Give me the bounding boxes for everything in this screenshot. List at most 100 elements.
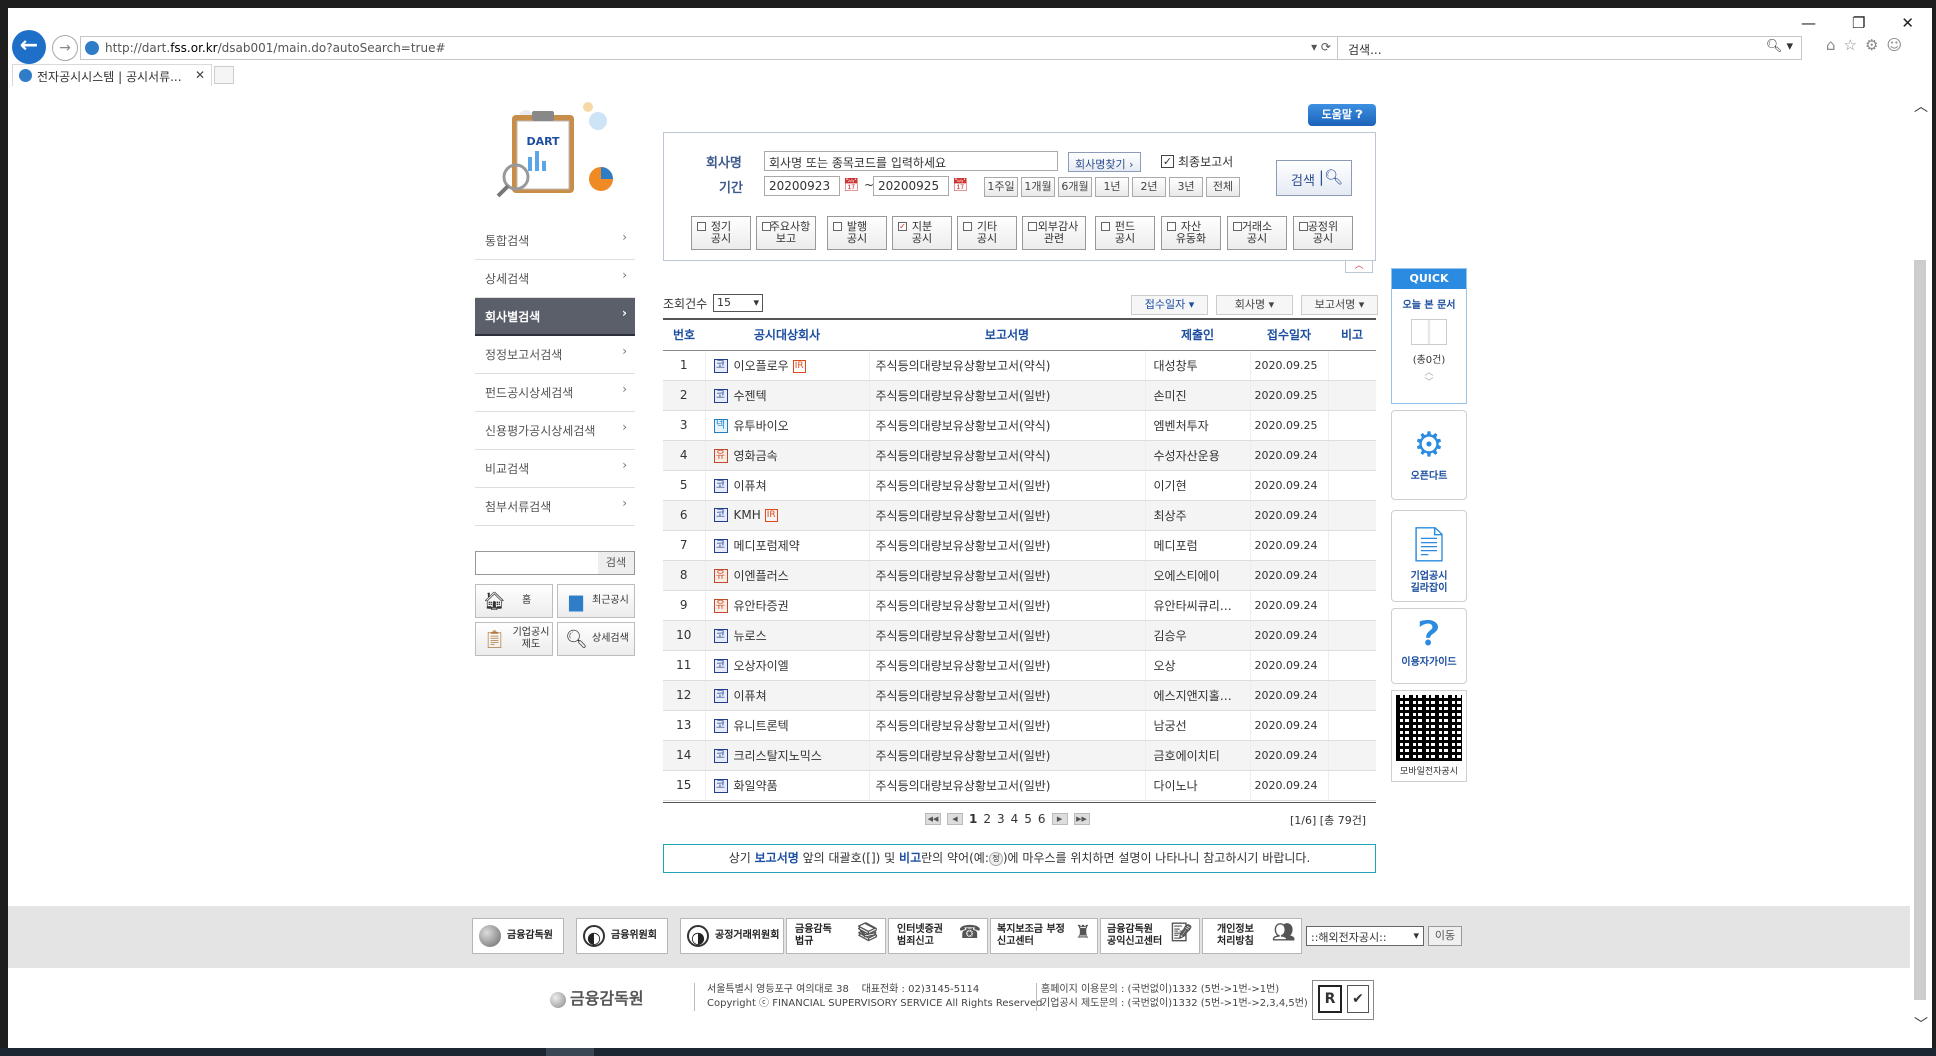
table-row[interactable]: 8 유 이엔플러스 주식등의대량보유상황보고서(일반) 오에스티에이 2020.09.24: [663, 560, 1376, 591]
page-5[interactable]: 5: [1024, 812, 1032, 826]
company-link[interactable]: 크리스탈지노믹스: [734, 749, 822, 763]
category-abs[interactable]: 자산 유동화: [1161, 216, 1221, 250]
row-submitter[interactable]: 손미진: [1144, 380, 1250, 411]
category-checkbox[interactable]: [762, 222, 771, 231]
period-3year-button[interactable]: 3년: [1169, 177, 1203, 197]
period-1year-button[interactable]: 1년: [1095, 177, 1129, 197]
category-checkbox[interactable]: [1101, 222, 1110, 231]
footer-link-fsc[interactable]: ◐ 금융위원회: [576, 918, 668, 954]
row-company[interactable]: 코 이퓨쳐: [704, 680, 869, 711]
close-window-icon[interactable]: ✕: [1901, 14, 1914, 32]
period-6month-button[interactable]: 6개월: [1058, 177, 1092, 197]
latest-report-checkbox[interactable]: ✓: [1161, 155, 1174, 168]
company-link[interactable]: 메디포럼제약: [734, 539, 800, 553]
date-from-input[interactable]: 20200923: [764, 176, 840, 196]
row-company[interactable]: 코 크리스탈지노믹스: [704, 740, 869, 771]
menu-item-credit-search[interactable]: 신용평가공시상세검색: [475, 412, 635, 450]
row-submitter[interactable]: 금호에이치티: [1144, 740, 1250, 771]
row-submitter[interactable]: 남궁선: [1144, 710, 1250, 741]
row-company[interactable]: 넥 유투바이오: [704, 410, 869, 441]
category-fund[interactable]: 펀드 공시: [1095, 216, 1155, 250]
row-submitter[interactable]: 대성창투: [1144, 350, 1250, 381]
report-link[interactable]: 주식등의대량보유상황보고서(일반): [868, 710, 1145, 741]
first-page-icon[interactable]: ◀◀: [925, 813, 941, 825]
table-row[interactable]: 14 코 크리스탈지노믹스 주식등의대량보유상황보고서(일반) 금호에이치티 2020.0…: [663, 740, 1376, 771]
row-company[interactable]: 유 유안타증권: [704, 590, 869, 621]
report-link[interactable]: 주식등의대량보유상황보고서(일반): [868, 770, 1145, 801]
company-link[interactable]: 유투바이오: [734, 419, 789, 433]
sort-company-button[interactable]: 회사명 ▾: [1216, 295, 1293, 315]
row-company[interactable]: 코 메디포럼제약: [704, 530, 869, 561]
today-docs-label[interactable]: 오늘 본 문서: [1392, 296, 1466, 311]
refresh-icon[interactable]: ▾ ⟳: [1311, 40, 1331, 54]
report-link[interactable]: 주식등의대량보유상황보고서(약식): [868, 440, 1145, 471]
page-scrollbar[interactable]: ︿ ﹀: [1910, 90, 1932, 1040]
period-1week-button[interactable]: 1주일: [984, 177, 1018, 197]
table-row[interactable]: 2 코 수젠텍 주식등의대량보유상황보고서(일반) 손미진 2020.09.25: [663, 380, 1376, 411]
row-submitter[interactable]: 메디포럼: [1144, 530, 1250, 561]
page-3[interactable]: 3: [997, 812, 1005, 826]
settings-gear-icon[interactable]: ⚙: [1865, 36, 1878, 54]
detail-search-button[interactable]: 🔍︎ 상세검색: [557, 622, 635, 656]
menu-item-detail-search[interactable]: 상세검색: [475, 260, 635, 298]
row-submitter[interactable]: 이기현: [1144, 470, 1250, 501]
category-equity[interactable]: ✓ 지분 공시: [892, 216, 952, 250]
help-button[interactable]: 도움말 ❓︎: [1308, 104, 1376, 126]
menu-item-fund-search[interactable]: 펀드공시상세검색: [475, 374, 635, 412]
row-submitter[interactable]: 수성자산운용: [1144, 440, 1250, 471]
new-tab-button[interactable]: [214, 66, 234, 84]
back-arrow-icon[interactable]: ←: [12, 30, 46, 64]
footer-link-whistle[interactable]: 금융감독원 공익신고센터 📝︎: [1100, 918, 1200, 954]
footer-link-welfare-report[interactable]: 복지보조금 부정 신고센터 ♜: [990, 918, 1098, 954]
page-2[interactable]: 2: [983, 812, 991, 826]
report-link[interactable]: 주식등의대량보유상황보고서(일반): [868, 740, 1145, 771]
report-link[interactable]: 주식등의대량보유상황보고서(일반): [868, 680, 1145, 711]
next-page-icon[interactable]: ▶: [1051, 813, 1068, 825]
sidebar-search-input[interactable]: [476, 552, 599, 574]
report-link[interactable]: 주식등의대량보유상황보고서(일반): [868, 380, 1145, 411]
company-link[interactable]: 화일약품: [734, 779, 778, 793]
report-link[interactable]: 주식등의대량보유상황보고서(일반): [868, 620, 1145, 651]
report-link[interactable]: 주식등의대량보유상황보고서(일반): [868, 500, 1145, 531]
browser-tab[interactable]: 전자공시시스템 | 공시서류... ✕: [12, 64, 212, 86]
sort-date-button[interactable]: 접수일자 ▾: [1131, 295, 1208, 315]
search-submit-button[interactable]: 검색 |🔍︎: [1276, 160, 1352, 196]
row-submitter[interactable]: 다이노나: [1144, 770, 1250, 801]
restore-icon[interactable]: ❐: [1852, 14, 1865, 32]
row-submitter[interactable]: 에스지앤지홀…: [1144, 680, 1250, 711]
company-link[interactable]: 이엔플러스: [734, 569, 789, 583]
table-row[interactable]: 1 코 이오플로우 IR 주식등의대량보유상황보고서(약식) 대성창투 2020.09.25: [663, 350, 1376, 381]
address-bar[interactable]: http://dart.fss.or.kr/dsab001/main.do?au…: [80, 36, 1338, 60]
report-link[interactable]: 주식등의대량보유상황보고서(일반): [868, 650, 1145, 681]
row-company[interactable]: 코 KMH IR: [704, 500, 869, 531]
category-major[interactable]: 주요사항 보고: [756, 216, 816, 250]
category-checkbox[interactable]: [1299, 222, 1308, 231]
corp-guide-link[interactable]: 📄︎ 기업공시 길라잡이: [1391, 510, 1467, 602]
period-all-button[interactable]: 전체: [1206, 177, 1240, 197]
table-row[interactable]: 11 코 오상자이엘 주식등의대량보유상황보고서(일반) 오상 2020.09.24: [663, 650, 1376, 681]
company-link[interactable]: 유니트론텍: [734, 719, 789, 733]
company-link[interactable]: 이퓨쳐: [734, 479, 767, 493]
category-ftc[interactable]: 공정위 공시: [1293, 216, 1353, 250]
overseas-site-select[interactable]: ::해외전자공시:: ▾: [1306, 926, 1424, 946]
taskbar-app[interactable]: [546, 1048, 594, 1056]
disclosure-system-button[interactable]: 📋︎ 기업공시 제도: [475, 622, 553, 656]
category-issue[interactable]: 발행 공시: [827, 216, 887, 250]
recent-disclosure-button[interactable]: ▆ 최근공시: [557, 584, 635, 618]
calendar-to-icon[interactable]: 📅︎: [952, 178, 969, 193]
scrollbar-thumb[interactable]: [1914, 260, 1926, 1000]
footer-link-privacy[interactable]: 개인정보 처리방침 👥︎: [1202, 918, 1302, 954]
table-row[interactable]: 5 코 이퓨쳐 주식등의대량보유상황보고서(일반) 이기현 2020.09.24: [663, 470, 1376, 501]
row-submitter[interactable]: 오에스티에이: [1144, 560, 1250, 591]
company-link[interactable]: 뉴로스: [734, 629, 767, 643]
company-link[interactable]: 이오플로우: [734, 359, 789, 373]
category-checkbox[interactable]: [1167, 222, 1176, 231]
row-submitter[interactable]: 오상: [1144, 650, 1250, 681]
category-checkbox[interactable]: [1028, 222, 1037, 231]
footer-link-fss[interactable]: 금융감독원: [472, 918, 564, 954]
forward-arrow-icon[interactable]: →: [52, 35, 78, 61]
category-audit[interactable]: 외부감사 관련: [1022, 216, 1086, 250]
collapse-panel-icon[interactable]: ︿: [1345, 261, 1373, 273]
mobile-qr[interactable]: 모바일전자공시: [1391, 690, 1467, 782]
row-submitter[interactable]: 김승우: [1144, 620, 1250, 651]
